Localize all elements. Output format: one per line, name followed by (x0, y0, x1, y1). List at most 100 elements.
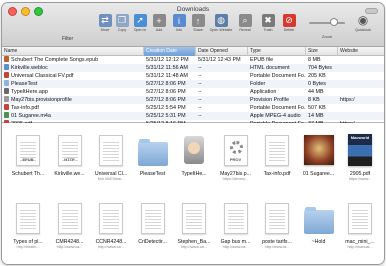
table-row[interactable]: Schubert The Complete Songs.epub 5/31/12 … (2, 56, 384, 64)
grid-item[interactable]: EPUB Schubert Th... (8, 125, 48, 189)
file-name: May27bis.provisionprofile (11, 97, 72, 103)
grid-item-source: http://manual... (347, 245, 373, 249)
table-row[interactable]: Tax-info.pdf 5/25/12 5:54 PM -- Portable Do… (2, 104, 384, 112)
file-thumbnail (345, 199, 375, 237)
column-header-creation-date[interactable]: Creation Date (144, 47, 196, 56)
quicklook-button[interactable]: ◉ Quicklook (352, 13, 374, 33)
grid-item-source: Kirk McElhear... (97, 177, 125, 181)
cell-size: 8 KB (308, 97, 320, 103)
zoom-label: Zoom (321, 34, 333, 39)
cell-website (338, 64, 384, 72)
copy-icon: ❐ (115, 14, 129, 27)
tool-label: Trash (263, 28, 273, 32)
quicklook-label: Quicklook (355, 28, 371, 32)
tool-button-reveal[interactable]: ⌕ Reveal (234, 14, 256, 32)
grid-item[interactable]: PleaseTest (133, 125, 173, 189)
cell-name: Kirkville.webloc (2, 64, 144, 72)
file-thumbnail (13, 199, 43, 237)
zoom-track[interactable] (309, 22, 345, 24)
cell-website (338, 80, 384, 88)
file-thumbnail (179, 199, 209, 237)
zoom-knob[interactable] (330, 18, 338, 26)
file-thumbnail (96, 199, 126, 237)
grid-item[interactable]: Stephen_Ba... http://www.ca... (174, 193, 214, 257)
reveal-icon: ⌕ (238, 14, 252, 27)
cell-created: 5/27/12 8:06 PM (146, 97, 186, 103)
file-name: Tax-info.pdf (11, 105, 39, 111)
gear-icon: PROV (223, 134, 248, 166)
grid-item[interactable]: CriDetectir... (133, 193, 173, 257)
file-thumbnail (138, 199, 168, 237)
grid-item[interactable]: TypeItHe... (174, 125, 214, 189)
grid-item[interactable]: Gap bus m... http://www.ca... (216, 193, 256, 257)
tool-button-share[interactable]: ↑ Share (187, 14, 209, 32)
file-name: 01 Sugaree.m4a (11, 113, 51, 119)
table-row[interactable]: Universal Classical FV.pdf 5/31/12 11:48 … (2, 72, 384, 80)
grid-item[interactable]: Universal Cl... Kirk McElhear... (91, 125, 131, 189)
grid-item[interactable]: mac_mini_... http://manual... (340, 193, 380, 257)
document-icon (99, 202, 123, 234)
grid-item[interactable]: HTTP Kirkville.we... (50, 125, 90, 189)
document-icon (140, 202, 165, 234)
table-row[interactable]: Kirkville.webloc 5/31/12 11:56 AM -- HTML d… (2, 64, 384, 72)
tool-label: Info (176, 28, 182, 32)
grid-item[interactable]: CMR4248... http://www.ca... (50, 193, 90, 257)
cell-opened: -- (198, 105, 202, 111)
toolbar: Downloads Filter ⇄ Move ❐ Copy ➚ Open in + Add i… (2, 3, 384, 47)
grid-item[interactable]: 01 Sugaree... (299, 125, 339, 189)
file-type-icon (4, 72, 9, 78)
cell-size: 44 MB (308, 89, 324, 95)
document-icon (99, 134, 123, 166)
delete-icon: ⊘ (282, 14, 296, 27)
grid-item[interactable]: Types of pl... http://health... (8, 193, 48, 257)
column-header-type[interactable]: Type (248, 47, 306, 56)
grid-item[interactable]: Tax-info.pdf (257, 125, 297, 189)
grid-item-source: http://www.ca... (56, 245, 83, 249)
cell-size: 704 Bytes (308, 65, 332, 71)
eye-icon: ◉ (357, 13, 369, 27)
table-row[interactable]: TypeItHere.app 5/27/12 8:06 PM -- Applicati… (2, 88, 384, 96)
file-list-table: Name Creation Date Date Opened Type Size… (2, 47, 384, 127)
tool-label: Reveal (239, 28, 251, 32)
column-header-name[interactable]: Name (2, 47, 144, 56)
grid-item-name: PleaseTest (139, 171, 166, 177)
grid-item-source: http://www.ca... (181, 245, 207, 249)
cell-type: HTML document (250, 65, 290, 71)
grid-item-name: Kirkville.we... (54, 171, 85, 177)
table-body: Schubert The Complete Songs.epub 5/31/12 … (2, 56, 384, 128)
file-thumbnail: EPUB (13, 131, 43, 169)
document-icon: EPUB (16, 134, 40, 166)
grid-item[interactable]: poste tarifs... http://www.la... (257, 193, 297, 257)
grid-item[interactable]: ~Hold (299, 193, 339, 257)
table-row[interactable]: 01 Sugaree.m4a 5/25/12 5:31 PM -- Apple MPE… (2, 112, 384, 120)
tool-button-add[interactable]: + Add (148, 14, 170, 32)
column-header-date-opened[interactable]: Date Opened (196, 47, 248, 56)
cell-type: Folder (250, 81, 266, 87)
table-row[interactable]: PleaseTest 5/27/12 8:06 PM -- Folder 0 Bytes (2, 80, 384, 88)
tool-button-delete[interactable]: ⊘ Delete (278, 14, 300, 32)
cell-size: 205 KB (308, 73, 326, 79)
table-row[interactable]: May27bis.provisionprofile 5/27/12 8:06 PM… (2, 96, 384, 104)
file-type-icon (4, 112, 9, 118)
tool-button-open-website[interactable]: ◍ Open Website (210, 14, 232, 32)
grid-item[interactable]: CCNR4248... http://www.ca... (91, 193, 131, 257)
filter-label[interactable]: Filter (62, 36, 73, 42)
cell-name: Tax-info.pdf (2, 104, 144, 112)
cell-name: Universal Classical FV.pdf (2, 72, 144, 80)
column-header-size[interactable]: Size (306, 47, 338, 56)
file-type-icon (4, 56, 9, 62)
tool-label: Move (100, 28, 110, 32)
file-name: PleaseTest (11, 81, 38, 87)
cell-website (338, 112, 384, 120)
grid-item[interactable]: PROV May27bis.p... https://develo... (216, 125, 256, 189)
grid-item-name: ~Hold (311, 239, 326, 245)
cell-created: 5/31/12 11:48 AM (146, 73, 188, 79)
cell-created: 5/31/12 11:56 AM (146, 65, 188, 71)
grid-item[interactable]: Macworld 2905.pdf https://www... (340, 125, 380, 189)
tool-label: Open Website (209, 28, 233, 32)
cell-type: Portable Document Fo... (250, 105, 306, 111)
app-icon (184, 136, 204, 164)
tool-button-trash[interactable]: ✖ Trash (257, 14, 279, 32)
column-header-website[interactable]: Website (338, 47, 384, 56)
grid-item-source: http://www.la... (264, 245, 290, 249)
